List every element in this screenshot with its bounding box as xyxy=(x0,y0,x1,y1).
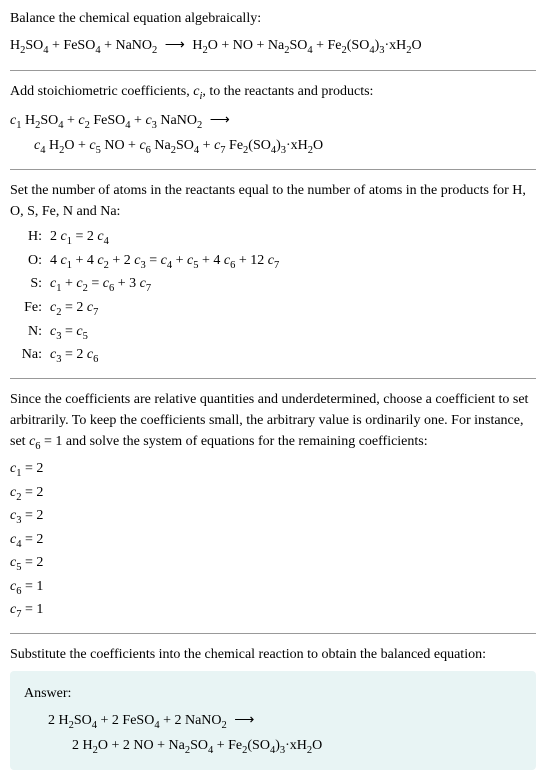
balance-eq: c3 = c5 xyxy=(50,321,88,345)
element-label: N: xyxy=(14,321,42,342)
balance-eq: 2 c1 = 2 c4 xyxy=(50,226,109,250)
list-item: c2 = 2 xyxy=(10,482,536,506)
balance-eq: c2 = 2 c7 xyxy=(50,297,98,321)
divider xyxy=(10,70,536,71)
answer-equation-line2: 2 H2O + 2 NO + Na2SO4 + Fe2(SO4)3·xH2O xyxy=(72,735,522,759)
intro-equation: H2SO4 + FeSO4 + NaNO2 ⟶ H2O + NO + Na2SO… xyxy=(10,35,536,60)
element-label: Na: xyxy=(14,344,42,365)
element-label: H: xyxy=(14,226,42,247)
list-item: c7 = 1 xyxy=(10,599,536,623)
list-item: c3 = 2 xyxy=(10,505,536,529)
list-item: c4 = 2 xyxy=(10,529,536,553)
balance-eq: c3 = 2 c6 xyxy=(50,344,98,368)
table-row: H: 2 c1 = 2 c4 xyxy=(14,226,536,250)
stoich-text: Add stoichiometric coefficients, ci, to … xyxy=(10,81,536,105)
list-item: c5 = 2 xyxy=(10,552,536,576)
element-label: O: xyxy=(14,250,42,271)
answer-label: Answer: xyxy=(24,683,522,704)
element-label: Fe: xyxy=(14,297,42,318)
divider xyxy=(10,633,536,634)
intro-text: Balance the chemical equation algebraica… xyxy=(10,8,536,29)
answer-box: Answer: 2 H2SO4 + 2 FeSO4 + 2 NaNO2 ⟶ 2 … xyxy=(10,671,536,770)
substitute-text: Substitute the coefficients into the che… xyxy=(10,644,536,665)
underdetermined-text: Since the coefficients are relative quan… xyxy=(10,389,536,455)
element-label: S: xyxy=(14,273,42,294)
table-row: Na: c3 = 2 c6 xyxy=(14,344,536,368)
atoms-intro: Set the number of atoms in the reactants… xyxy=(10,180,536,222)
table-row: O: 4 c1 + 4 c2 + 2 c3 = c4 + c5 + 4 c6 +… xyxy=(14,250,536,274)
coefficient-list: c1 = 2 c2 = 2 c3 = 2 c4 = 2 c5 = 2 c6 = … xyxy=(10,458,536,623)
divider xyxy=(10,378,536,379)
balance-eq: 4 c1 + 4 c2 + 2 c3 = c4 + c5 + 4 c6 + 12… xyxy=(50,250,279,274)
table-row: Fe: c2 = 2 c7 xyxy=(14,297,536,321)
answer-equation: 2 H2SO4 + 2 FeSO4 + 2 NaNO2 ⟶ xyxy=(48,710,522,735)
list-item: c1 = 2 xyxy=(10,458,536,482)
divider xyxy=(10,169,536,170)
stoich-equation: c1 H2SO4 + c2 FeSO4 + c3 NaNO2 ⟶ c4 H2O … xyxy=(10,110,536,159)
table-row: S: c1 + c2 = c6 + 3 c7 xyxy=(14,273,536,297)
atom-balance-table: H: 2 c1 = 2 c4 O: 4 c1 + 4 c2 + 2 c3 = c… xyxy=(14,226,536,367)
list-item: c6 = 1 xyxy=(10,576,536,600)
table-row: N: c3 = c5 xyxy=(14,321,536,345)
balance-eq: c1 + c2 = c6 + 3 c7 xyxy=(50,273,151,297)
